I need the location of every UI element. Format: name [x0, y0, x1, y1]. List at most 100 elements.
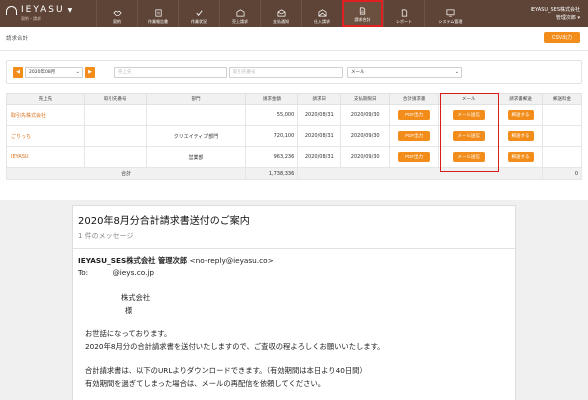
column-header: 合計請求書: [389, 93, 440, 105]
client-code-input[interactable]: 取引先番号: [229, 67, 343, 78]
nav-item-work-report[interactable]: 作業報告書: [137, 0, 178, 27]
customer-link[interactable]: IEYASU: [11, 154, 29, 160]
post-cell: 郵送する: [498, 146, 543, 168]
nav-label: システム管理: [438, 19, 463, 24]
nav-item-system-admin[interactable]: システム管理: [424, 0, 476, 27]
mail-select-value: メール: [351, 70, 365, 75]
column-header: 部門: [145, 93, 247, 105]
column-header: 郵送料金: [542, 93, 582, 105]
post-invoice-button[interactable]: 郵送する: [507, 152, 534, 162]
customer-input[interactable]: 売上先: [114, 67, 227, 78]
customer-link[interactable]: 取引先株式会社: [11, 113, 46, 119]
chevron-down-icon: ⌄: [454, 69, 459, 75]
nav-item-work-status[interactable]: 作業状況: [178, 0, 219, 27]
send-mail-button[interactable]: メール送信: [452, 110, 485, 120]
mail-cell: メール送信: [438, 104, 500, 126]
column-header: 請求日: [297, 93, 342, 105]
client-code-cell: [83, 104, 147, 126]
post-invoice-button[interactable]: 郵送する: [507, 131, 534, 141]
ieyasu-logo-icon: [6, 5, 17, 15]
amount-cell: 720,100: [245, 125, 299, 147]
logo[interactable]: IEYASU ▼ 契約・請求: [0, 0, 96, 27]
email-body-line: 有効期間を過ぎてしまった場合は、メールの再配信を依頼してください。: [85, 379, 326, 388]
nav-item-payment-notice[interactable]: 支払通知: [260, 0, 301, 27]
csv-export-button[interactable]: CSV出力: [544, 32, 580, 43]
postage-cell: [542, 125, 582, 147]
pdf-cell: PDF出力: [389, 146, 440, 168]
page-title: 請求合計: [6, 36, 29, 42]
email-sender-address: <no-reply@ieyasu.co>: [189, 256, 274, 265]
total-row: 合計 1,738,336 0: [5, 167, 582, 180]
nav-label: 請求合計: [354, 17, 371, 22]
email-body-line: 2020年8月分の合計請求書を送付いたしますので、ご査収の程よろしくお願いいたし…: [85, 342, 385, 351]
top-nav: IEYASU ▼ 契約・請求 契約 作業報告書 作業状況 売上請求 支払通知 仕: [0, 0, 588, 27]
nav-item-invoice-total[interactable]: 請求合計: [342, 0, 383, 27]
month-select[interactable]: 2020年08月 ⌄: [25, 67, 83, 78]
recipient-company: 株式会社: [121, 293, 151, 302]
account-company: IEYASU_SES株式会社: [530, 6, 580, 13]
next-month-button[interactable]: ▶: [85, 67, 95, 78]
nav-item-purchase-invoice[interactable]: 仕入請求: [301, 0, 342, 27]
table-row: ごりっち クリエイティブ部門 720,100 2020/08/31 2020/0…: [6, 125, 582, 147]
client-code-cell: [83, 146, 147, 168]
pdf-export-button[interactable]: PDF出力: [398, 110, 431, 120]
client-code-cell: [83, 125, 147, 147]
email-from-row: IEYASU_SES株式会社 管理次郎 <no-reply@ieyasu.co>: [78, 256, 274, 266]
post-cell: 郵送する: [498, 125, 543, 147]
column-header: 取引先番号: [83, 93, 147, 105]
month-value: 2020年08月: [29, 70, 56, 75]
email-preview: 2020年8月分合計請求書送付のご案内 1 件のメッセージ IEYASU_SES…: [72, 205, 517, 400]
report-icon: [154, 9, 162, 17]
department-cell: 営業部: [145, 146, 247, 168]
pdf-cell: PDF出力: [389, 125, 440, 147]
nav-item-sales-invoice[interactable]: 売上請求: [219, 0, 260, 27]
column-header: 請求金額: [245, 93, 299, 105]
email-sender-name: IEYASU_SES株式会社 管理次郎: [78, 256, 188, 265]
account-menu[interactable]: IEYASU_SES株式会社 管理次郎 ▾: [530, 0, 588, 27]
table-row: 取引先株式会社 55,000 2020/08/31 2020/09/30 PDF…: [6, 104, 582, 126]
post-invoice-button[interactable]: 郵送する: [507, 110, 534, 120]
postage-cell: [542, 146, 582, 168]
handshake-icon: [112, 10, 122, 17]
customer-link[interactable]: ごりっち: [11, 134, 31, 140]
department-cell: [145, 104, 247, 126]
nav-item-contract[interactable]: 契約: [96, 0, 137, 27]
total-spacer: [297, 167, 543, 180]
account-user-row: 管理次郎 ▾: [556, 14, 580, 22]
amount-cell: 963,236: [245, 146, 299, 168]
purchase-icon: [318, 9, 326, 17]
send-mail-button[interactable]: メール送信: [452, 131, 485, 141]
pdf-export-button[interactable]: PDF出力: [398, 152, 431, 162]
check-icon: [195, 10, 203, 16]
column-header: 請求書郵送: [498, 93, 543, 105]
column-header: 売上先: [6, 93, 85, 105]
chevron-down-icon: ⌄: [75, 69, 80, 75]
email-subject: 2020年8月分合計請求書送付のご案内: [78, 216, 250, 227]
mail-status-select[interactable]: メール ⌄: [347, 67, 462, 78]
invoice-date-cell: 2020/08/31: [297, 125, 342, 147]
pdf-export-button[interactable]: PDF出力: [398, 131, 431, 141]
monitor-icon: [446, 9, 455, 17]
amount-cell: 55,000: [245, 104, 299, 126]
mail-cell: メール送信: [438, 146, 500, 168]
department-cell: クリエイティブ部門: [145, 125, 247, 147]
brand-name: IEYASU: [21, 5, 65, 15]
invoice-date-cell: 2020/08/31: [297, 104, 342, 126]
invoice-icon: [236, 9, 244, 17]
invoice-total-table: 売上先 取引先番号 部門 請求金額 請求日 支払期限日 合計請求書 メール 請求…: [5, 93, 582, 180]
mail-cell: メール送信: [438, 125, 500, 147]
nav-label: 作業報告書: [148, 19, 168, 24]
column-header: メール: [438, 93, 500, 105]
divider: [73, 248, 517, 249]
due-date-cell: 2020/09/30: [340, 146, 391, 168]
nav-item-report[interactable]: レポート: [383, 0, 424, 27]
prev-month-button[interactable]: ◀: [13, 67, 23, 78]
document-icon: [359, 7, 366, 15]
nav-label: 契約: [113, 19, 121, 24]
post-cell: 郵送する: [498, 104, 543, 126]
table-header-row: 売上先 取引先番号 部門 請求金額 請求日 支払期限日 合計請求書 メール 請求…: [6, 93, 582, 105]
filter-panel: ◀ 2020年08月 ⌄ ▶ 売上先 取引先番号 メール ⌄: [6, 60, 582, 84]
table-row: IEYASU 営業部 963,236 2020/08/31 2020/09/30…: [6, 146, 582, 168]
email-to-address: @ieys.co.jp: [112, 268, 155, 277]
send-mail-button[interactable]: メール送信: [452, 152, 485, 162]
